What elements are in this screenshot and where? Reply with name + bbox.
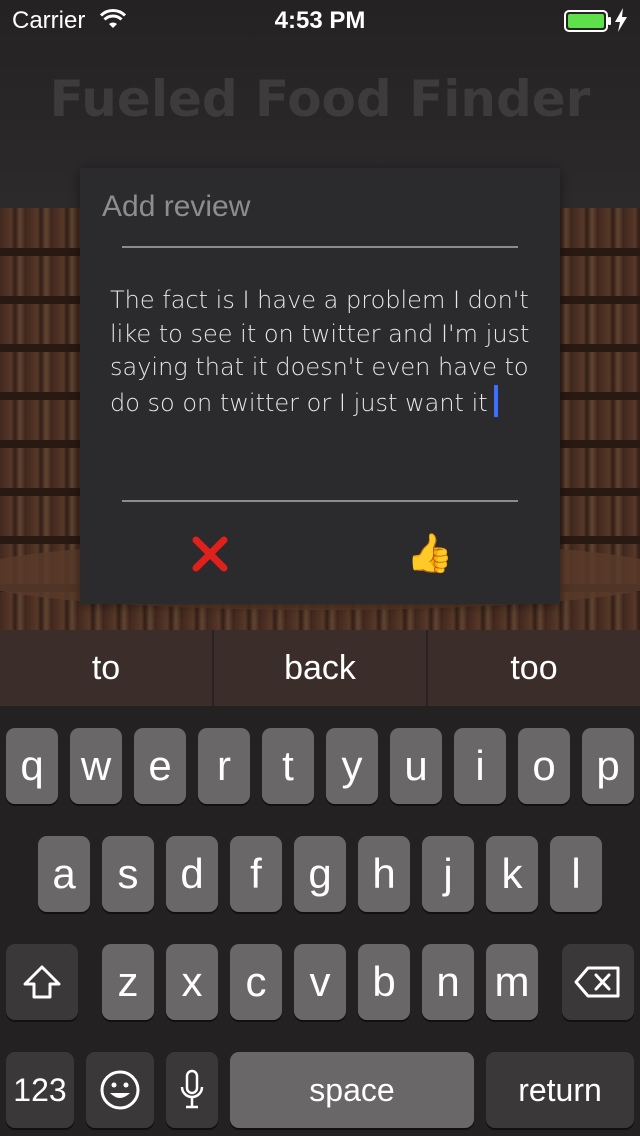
key-a[interactable]: a: [38, 836, 90, 912]
key-b[interactable]: b: [358, 944, 410, 1020]
key-w[interactable]: w: [70, 728, 122, 804]
status-bar: Carrier 4:53 PM: [0, 0, 640, 40]
add-review-dialog: Add review The fact is I have a problem …: [80, 168, 560, 604]
key-j[interactable]: j: [422, 836, 474, 912]
key-g[interactable]: g: [294, 836, 346, 912]
numbers-key[interactable]: 123: [6, 1052, 74, 1128]
key-s[interactable]: s: [102, 836, 154, 912]
return-key[interactable]: return: [486, 1052, 634, 1128]
review-text: The fact is I have a problem I don't lik…: [110, 286, 530, 417]
battery-icon: [564, 10, 611, 32]
keyboard: q w e r t y u i o p a s d f g h j k l z …: [0, 706, 640, 1136]
key-r[interactable]: r: [198, 728, 250, 804]
key-n[interactable]: n: [422, 944, 474, 1020]
backspace-icon: [574, 966, 620, 998]
key-q[interactable]: q: [6, 728, 58, 804]
key-m[interactable]: m: [486, 944, 538, 1020]
key-f[interactable]: f: [230, 836, 282, 912]
red-x-icon: [192, 536, 228, 572]
key-i[interactable]: i: [454, 728, 506, 804]
key-l[interactable]: l: [550, 836, 602, 912]
suggestion-1[interactable]: to: [0, 630, 214, 706]
suggestion-3[interactable]: too: [428, 630, 640, 706]
emoji-icon: [100, 1070, 140, 1110]
title-divider: [122, 246, 518, 248]
key-o[interactable]: o: [518, 728, 570, 804]
predictive-text-bar: to back too: [0, 630, 640, 706]
shift-icon: [23, 965, 61, 999]
key-k[interactable]: k: [486, 836, 538, 912]
text-divider: [122, 500, 518, 502]
key-d[interactable]: d: [166, 836, 218, 912]
emoji-key[interactable]: [86, 1052, 154, 1128]
key-c[interactable]: c: [230, 944, 282, 1020]
suggestion-2[interactable]: back: [214, 630, 428, 706]
dictation-key[interactable]: [166, 1052, 218, 1128]
key-h[interactable]: h: [358, 836, 410, 912]
text-caret: [493, 384, 498, 417]
thumbs-up-icon: 👍: [406, 533, 454, 575]
key-y[interactable]: y: [326, 728, 378, 804]
key-t[interactable]: t: [262, 728, 314, 804]
review-textarea[interactable]: The fact is I have a problem I don't lik…: [110, 284, 540, 420]
microphone-icon: [180, 1069, 204, 1109]
clock: 4:53 PM: [274, 7, 366, 34]
key-x[interactable]: x: [166, 944, 218, 1020]
space-key[interactable]: space: [230, 1052, 474, 1128]
cancel-button[interactable]: [188, 532, 232, 576]
key-p[interactable]: p: [582, 728, 634, 804]
dialog-title: Add review: [102, 190, 251, 223]
key-v[interactable]: v: [294, 944, 346, 1020]
key-e[interactable]: e: [134, 728, 186, 804]
delete-key[interactable]: [562, 944, 634, 1020]
key-u[interactable]: u: [390, 728, 442, 804]
charging-icon: [615, 8, 627, 32]
key-z[interactable]: z: [102, 944, 154, 1020]
app-title: Fueled Food Finder: [49, 70, 591, 128]
shift-key[interactable]: [6, 944, 78, 1020]
submit-review-button[interactable]: 👍: [406, 530, 454, 578]
